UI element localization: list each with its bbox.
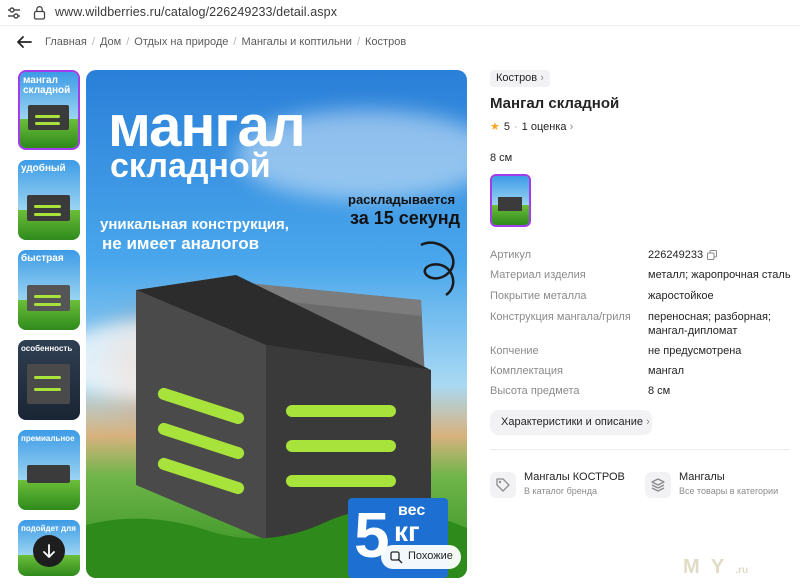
star-icon: ★: [490, 121, 500, 133]
product-title: Мангал складной: [490, 95, 620, 112]
tag-icon: [496, 478, 510, 492]
thumbnail-3[interactable]: быстрая: [18, 250, 80, 330]
arrow-down-icon: [43, 544, 55, 558]
divider: [490, 449, 790, 450]
brand-chip[interactable]: Костров ›: [490, 70, 550, 87]
spec-value-article[interactable]: 226249233: [648, 249, 703, 261]
thumbnail-2[interactable]: удобный: [18, 160, 80, 240]
spec-key: Покрытие металла: [490, 290, 587, 302]
spec-key: Конструкция мангала/гриля: [490, 311, 631, 323]
characteristics-button[interactable]: Характеристики и описание ›: [490, 410, 652, 435]
brand-catalog-subtitle: В каталог бренда: [524, 486, 598, 496]
thumbnail-caption: удобный: [21, 163, 66, 174]
thumbnail-caption: премиальное: [21, 434, 75, 443]
layers-icon: [651, 478, 665, 492]
variant-thumbnail[interactable]: [490, 174, 531, 227]
spec-value: переносная; разборная; мангал-дипломат: [648, 311, 772, 337]
size-label: 8 см: [490, 152, 513, 164]
spec-key: Копчение: [490, 345, 539, 357]
separator-dot: ·: [514, 121, 518, 133]
characteristics-label: Характеристики и описание: [501, 416, 643, 428]
thumbnail-1[interactable]: мангал складной: [18, 70, 80, 150]
back-arrow-icon[interactable]: [15, 33, 33, 51]
breadcrumb-separator: /: [356, 36, 361, 48]
breadcrumb-item-grills[interactable]: Мангалы и коптильни: [241, 36, 352, 48]
browser-address-bar: www.wildberries.ru/catalog/226249233/det…: [0, 0, 800, 26]
thumbnail-caption: подойдет для: [21, 524, 76, 533]
spec-value: мангал: [648, 365, 685, 377]
brand-name: Костров: [496, 72, 538, 84]
chevron-right-icon: ›: [646, 416, 650, 428]
thumbnail-caption: особенность: [21, 344, 73, 353]
weight-unit: кг: [394, 516, 420, 547]
breadcrumb-separator: /: [233, 36, 237, 48]
hero-subtitle-line1: уникальная конструкция,: [100, 216, 289, 233]
watermark-logo: M Y .ru: [683, 556, 749, 578]
hero-side-line2: за 15 секунд: [350, 208, 461, 228]
breadcrumb-separator: /: [126, 36, 130, 48]
reviews-count: 1 оценка: [521, 121, 567, 133]
category-catalog-title: Мангалы: [679, 471, 725, 483]
copy-icon[interactable]: [707, 250, 718, 260]
spec-value: металл; жаропрочная сталь: [648, 269, 791, 281]
chevron-right-icon: ›: [569, 121, 574, 133]
rating-value: 5: [503, 121, 510, 133]
chevron-right-icon: ›: [540, 72, 544, 84]
settings-sliders-icon[interactable]: [6, 5, 22, 21]
spec-key: Материал изделия: [490, 269, 586, 281]
spec-key: Комплектация: [490, 365, 563, 377]
thumbnail-caption: быстрая: [21, 253, 64, 264]
hero-title-line2: складной: [110, 147, 271, 185]
similar-button[interactable]: Похожие: [381, 545, 461, 569]
gallery-scroll-down-button[interactable]: [33, 535, 65, 567]
spec-key: Артикул: [490, 249, 532, 261]
breadcrumb-item-home[interactable]: Главная: [45, 36, 87, 48]
hero-side-line1: раскладывается: [348, 192, 456, 207]
breadcrumb: Главная / Дом / Отдых на природе / Мангалы и к…: [0, 30, 800, 54]
category-catalog-subtitle: Все товары в категории: [679, 486, 779, 496]
brand-catalog-title: Мангалы КОСТРОВ: [524, 471, 625, 483]
breadcrumb-separator: /: [91, 36, 95, 48]
breadcrumb-item-outdoor[interactable]: Отдых на природе: [134, 36, 228, 48]
similar-label: Похожие: [408, 550, 453, 562]
url-text[interactable]: www.wildberries.ru/catalog/226249233/det…: [55, 5, 337, 19]
search-similar-icon: [390, 551, 403, 564]
lock-icon: [33, 6, 46, 20]
product-main-image[interactable]: мангал складной уникальная конструкция, …: [86, 70, 467, 578]
thumbnail-4[interactable]: особенность: [18, 340, 80, 420]
rating-row[interactable]: ★ 5 · 1 оценка ›: [490, 120, 573, 133]
spec-value: 8 см: [648, 385, 671, 397]
thumbnail-caption: мангал складной: [23, 75, 71, 96]
spec-value: не предусмотрена: [648, 345, 742, 357]
spec-key: Высота предмета: [490, 385, 580, 397]
breadcrumb-item-brand[interactable]: Костров: [365, 36, 406, 48]
thumbnail-5[interactable]: премиальное: [18, 430, 80, 510]
spec-value: жаростойкое: [648, 290, 714, 302]
hero-subtitle-line2: не имеет аналогов: [102, 234, 260, 253]
breadcrumb-item-dom[interactable]: Дом: [100, 36, 121, 48]
